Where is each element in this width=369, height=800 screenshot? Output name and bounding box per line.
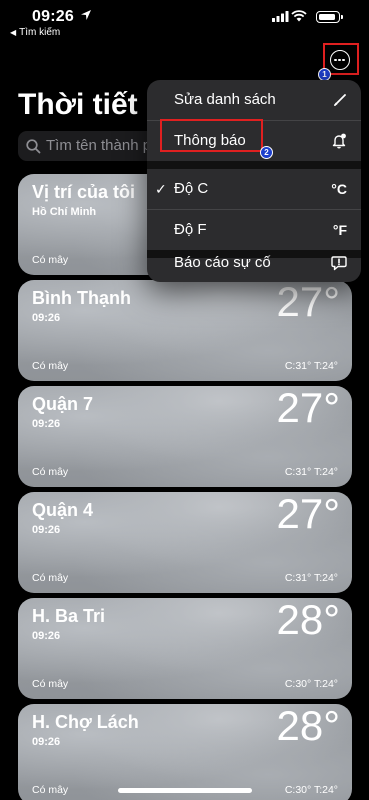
card-condition: Có mây — [32, 360, 69, 372]
card-condition: Có mây — [32, 678, 69, 690]
more-options-menu: Sửa danh sách Thông báo ✓ Độ C °C Độ F °… — [147, 80, 361, 282]
celsius-symbol: °C — [331, 181, 347, 197]
search-icon — [26, 139, 41, 154]
bell-badge-icon — [332, 133, 346, 149]
card-time: 09:26 — [32, 418, 61, 430]
step-badge-2: 2 — [260, 146, 273, 159]
menu-item-edit-list[interactable]: Sửa danh sách — [147, 80, 361, 120]
battery-icon — [316, 11, 343, 23]
back-label: Tìm kiếm — [19, 27, 61, 38]
status-time: 09:26 — [32, 8, 74, 25]
weather-card[interactable]: H. Ba Tri 09:26 28° Có mây C:30° T:24° — [18, 598, 352, 699]
card-city: H. Ba Tri — [32, 606, 106, 626]
wifi-icon — [291, 10, 307, 22]
menu-item-report-issue[interactable]: Báo cáo sự cố — [147, 243, 361, 282]
card-city: Quận 4 — [32, 500, 94, 520]
card-city: H. Chợ Lách — [32, 712, 139, 732]
menu-group-divider — [147, 161, 361, 169]
page-title: Thời tiết — [18, 88, 138, 121]
card-time: 09:26 — [32, 736, 61, 748]
card-temperature: 27° — [276, 386, 340, 431]
menu-item-celsius[interactable]: ✓ Độ C °C — [147, 169, 361, 209]
card-temperature: 27° — [276, 280, 340, 325]
highlight-box-notifications — [160, 119, 263, 152]
report-bubble-icon — [331, 256, 347, 271]
card-time: 09:26 — [32, 630, 61, 642]
card-condition: Có mây — [32, 572, 69, 584]
card-temperature: 28° — [276, 598, 340, 643]
menu-item-label: Độ C — [174, 180, 209, 197]
card-high-low: C:31° T:24° — [284, 466, 338, 478]
card-condition: Có mây — [32, 466, 69, 478]
card-time: 09:26 — [32, 524, 61, 536]
cellular-signal-icon — [272, 11, 289, 22]
card-city: Vị trí của tôi — [32, 182, 136, 202]
card-high-low: C:31° T:24° — [284, 572, 338, 584]
card-high-low: C:31° T:24° — [284, 360, 338, 372]
card-subtitle: Hồ Chí Minh — [32, 206, 97, 218]
card-time: 09:26 — [32, 312, 61, 324]
location-arrow-icon — [81, 10, 91, 20]
card-city: Bình Thạnh — [32, 288, 131, 308]
menu-item-label: Sửa danh sách — [174, 91, 276, 108]
status-bar: 09:26 ◀ Tìm kiếm — [0, 0, 369, 44]
back-chevron-icon: ◀ — [10, 28, 17, 37]
weather-card[interactable]: Quận 7 09:26 27° Có mây C:31° T:24° — [18, 386, 352, 487]
card-condition: Có mây — [32, 254, 69, 266]
checkmark-icon: ✓ — [155, 181, 167, 197]
card-temperature: 28° — [276, 704, 340, 749]
card-temperature: 27° — [276, 492, 340, 537]
card-high-low: C:30° T:24° — [284, 678, 338, 690]
weather-card[interactable]: Bình Thạnh 09:26 27° Có mây C:31° T:24° — [18, 280, 352, 381]
card-condition: Có mây — [32, 784, 69, 796]
menu-item-label: Báo cáo sự cố — [174, 254, 271, 271]
card-city: Quận 7 — [32, 394, 94, 414]
back-to-search-link[interactable]: ◀ Tìm kiếm — [10, 27, 60, 38]
pencil-icon — [334, 94, 346, 106]
weather-card[interactable]: Quận 4 09:26 27° Có mây C:31° T:24° — [18, 492, 352, 593]
home-indicator[interactable] — [118, 788, 252, 793]
card-high-low: C:30° T:24° — [284, 784, 338, 796]
weather-card[interactable]: H. Chợ Lách 09:26 28° Có mây C:30° T:24° — [18, 704, 352, 800]
